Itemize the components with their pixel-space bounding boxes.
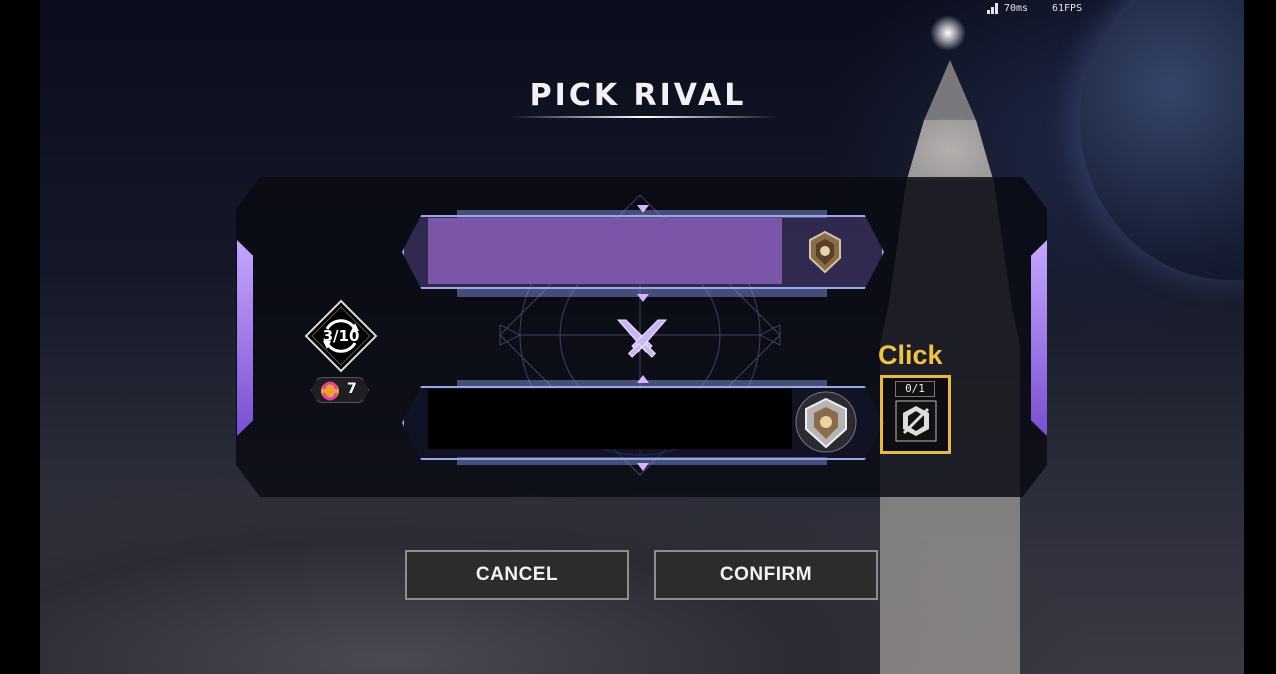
click-hint-label: Click [878, 340, 943, 370]
title-underline [510, 116, 778, 118]
page-title: PICK RIVAL [529, 78, 747, 113]
planet [1080, 0, 1244, 280]
rival-slot-bottom-content[interactable] [428, 389, 792, 449]
fps-readout: 61FPS [1052, 3, 1083, 14]
star-glow [930, 15, 966, 51]
left-accent-bar [237, 240, 253, 436]
right-accent-bar [1031, 240, 1047, 436]
rank-badge-icon [809, 230, 841, 274]
refresh-count: 3/10 [322, 327, 360, 345]
signal-bars-icon [987, 3, 1001, 14]
cancel-button[interactable]: CANCEL [405, 550, 629, 600]
item-counter: 0/1 [895, 381, 935, 397]
ping-readout: 70ms [1004, 3, 1029, 14]
refresh-token-icon [321, 381, 339, 401]
confirm-button[interactable]: CONFIRM [654, 550, 878, 600]
rank-badge-icon [795, 391, 857, 453]
hidden-rival-item-icon[interactable] [895, 400, 937, 442]
crossed-swords-icon [616, 319, 668, 358]
refresh-token-amount: 7 [347, 381, 357, 397]
rival-slot-top-content[interactable] [428, 218, 782, 284]
